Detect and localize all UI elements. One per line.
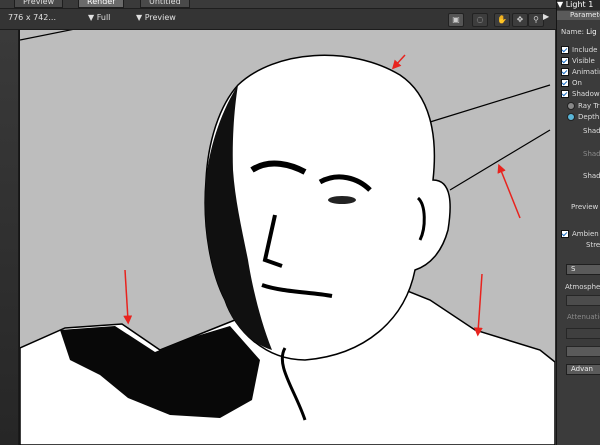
dropdown-arrow-icon: ▼ bbox=[136, 13, 143, 22]
preview-param-label: Preview 3 bbox=[571, 203, 600, 211]
name-label: Name: bbox=[561, 28, 585, 36]
radio-label: Ray Tr bbox=[578, 102, 600, 110]
panel-title-label: Light 1 bbox=[565, 0, 594, 9]
parameters-tab[interactable]: Parameters bbox=[557, 11, 600, 20]
expand-arrow-icon[interactable]: ▶ bbox=[543, 12, 549, 21]
radio-depth-map[interactable]: Depth bbox=[567, 113, 599, 121]
preview-dropdown[interactable]: ▼ Preview bbox=[136, 13, 176, 22]
camera-icon[interactable]: ◌ bbox=[472, 13, 488, 27]
left-side-panel bbox=[0, 30, 19, 445]
render-mode-label: Full bbox=[96, 13, 111, 22]
render-toolbar: 776 x 742... ▼ Full ▼ Preview ▣ ◌ ✋ ✥ ⚲ … bbox=[0, 9, 556, 30]
radio-icon bbox=[567, 113, 575, 121]
radio-ray-trace[interactable]: Ray Tr bbox=[567, 102, 600, 110]
checkbox-icon bbox=[561, 90, 569, 98]
annotation-arrow bbox=[497, 163, 521, 219]
render-viewport[interactable] bbox=[19, 30, 555, 445]
tab-untitled[interactable]: Untitled bbox=[140, 0, 190, 8]
dropdown-arrow-icon: ▼ bbox=[88, 13, 95, 22]
zoom-icon[interactable]: ⚲ bbox=[528, 13, 544, 27]
light-guide-line bbox=[20, 30, 74, 41]
rendered-image bbox=[20, 30, 555, 445]
checkbox-icon bbox=[561, 230, 569, 238]
checkbox-icon bbox=[561, 68, 569, 76]
checkbox-on[interactable]: On bbox=[561, 79, 582, 87]
checkbox-icon bbox=[561, 57, 569, 65]
name-row: Name: Lig bbox=[561, 28, 597, 36]
checkbox-label: Shadows bbox=[572, 90, 600, 98]
attenuation-field[interactable] bbox=[566, 346, 600, 357]
checkbox-icon bbox=[561, 79, 569, 87]
radio-label: Depth bbox=[578, 113, 600, 121]
document-tabs: Preview Render Untitled bbox=[0, 0, 556, 9]
annotation-arrow bbox=[391, 54, 406, 70]
render-mode-dropdown[interactable]: ▼ Full bbox=[88, 13, 110, 22]
light-guide-line bbox=[429, 84, 551, 123]
atmosphere-field[interactable] bbox=[566, 295, 600, 306]
shadow-param-label: Shad bbox=[583, 150, 600, 158]
light-parameters-panel: ▼ Light 1 Parameters Name: Lig Include V… bbox=[556, 0, 600, 445]
render-icon[interactable]: ▣ bbox=[448, 13, 464, 27]
radio-icon bbox=[567, 102, 575, 110]
eye-shape bbox=[328, 196, 356, 204]
tab-preview[interactable]: Preview bbox=[14, 0, 64, 8]
checkbox-animating[interactable]: Animating bbox=[561, 68, 600, 76]
preview-label: Preview bbox=[144, 13, 176, 22]
strength-label: Stren bbox=[586, 241, 600, 249]
checkbox-label: Visible bbox=[572, 57, 595, 65]
name-field[interactable]: Lig bbox=[586, 28, 596, 36]
panel-title: ▼ Light 1 bbox=[557, 0, 600, 10]
light-guide-line bbox=[449, 129, 551, 191]
move-icon[interactable]: ✥ bbox=[512, 13, 528, 27]
checkbox-label: On bbox=[572, 79, 582, 87]
checkbox-shadows[interactable]: Shadows bbox=[561, 90, 600, 98]
checkbox-visible[interactable]: Visible bbox=[561, 57, 595, 65]
hand-icon[interactable]: ✋ bbox=[494, 13, 510, 27]
triangle-icon: ▼ bbox=[557, 0, 564, 9]
atmosphere-label: Atmosphere bbox=[565, 283, 600, 291]
checkbox-include[interactable]: Include bbox=[561, 46, 597, 54]
advanced-button[interactable]: Advan bbox=[566, 364, 600, 375]
annotation-arrow bbox=[123, 269, 133, 325]
checkbox-ambient[interactable]: Ambien bbox=[561, 230, 599, 238]
tab-render[interactable]: Render bbox=[78, 0, 125, 8]
s-button[interactable]: S bbox=[566, 264, 600, 275]
attenuation-field[interactable] bbox=[566, 328, 600, 339]
shadow-param-label: Shad bbox=[583, 172, 600, 180]
resolution-label: 776 x 742... bbox=[8, 13, 56, 22]
checkbox-label: Animating bbox=[572, 68, 600, 76]
attenuation-label: Attenuation bbox=[567, 313, 600, 321]
shadow-param-label: Shad bbox=[583, 127, 600, 135]
checkbox-label: Include bbox=[572, 46, 598, 54]
checkbox-label: Ambien bbox=[572, 230, 599, 238]
annotation-arrow bbox=[473, 273, 483, 337]
checkbox-icon bbox=[561, 46, 569, 54]
